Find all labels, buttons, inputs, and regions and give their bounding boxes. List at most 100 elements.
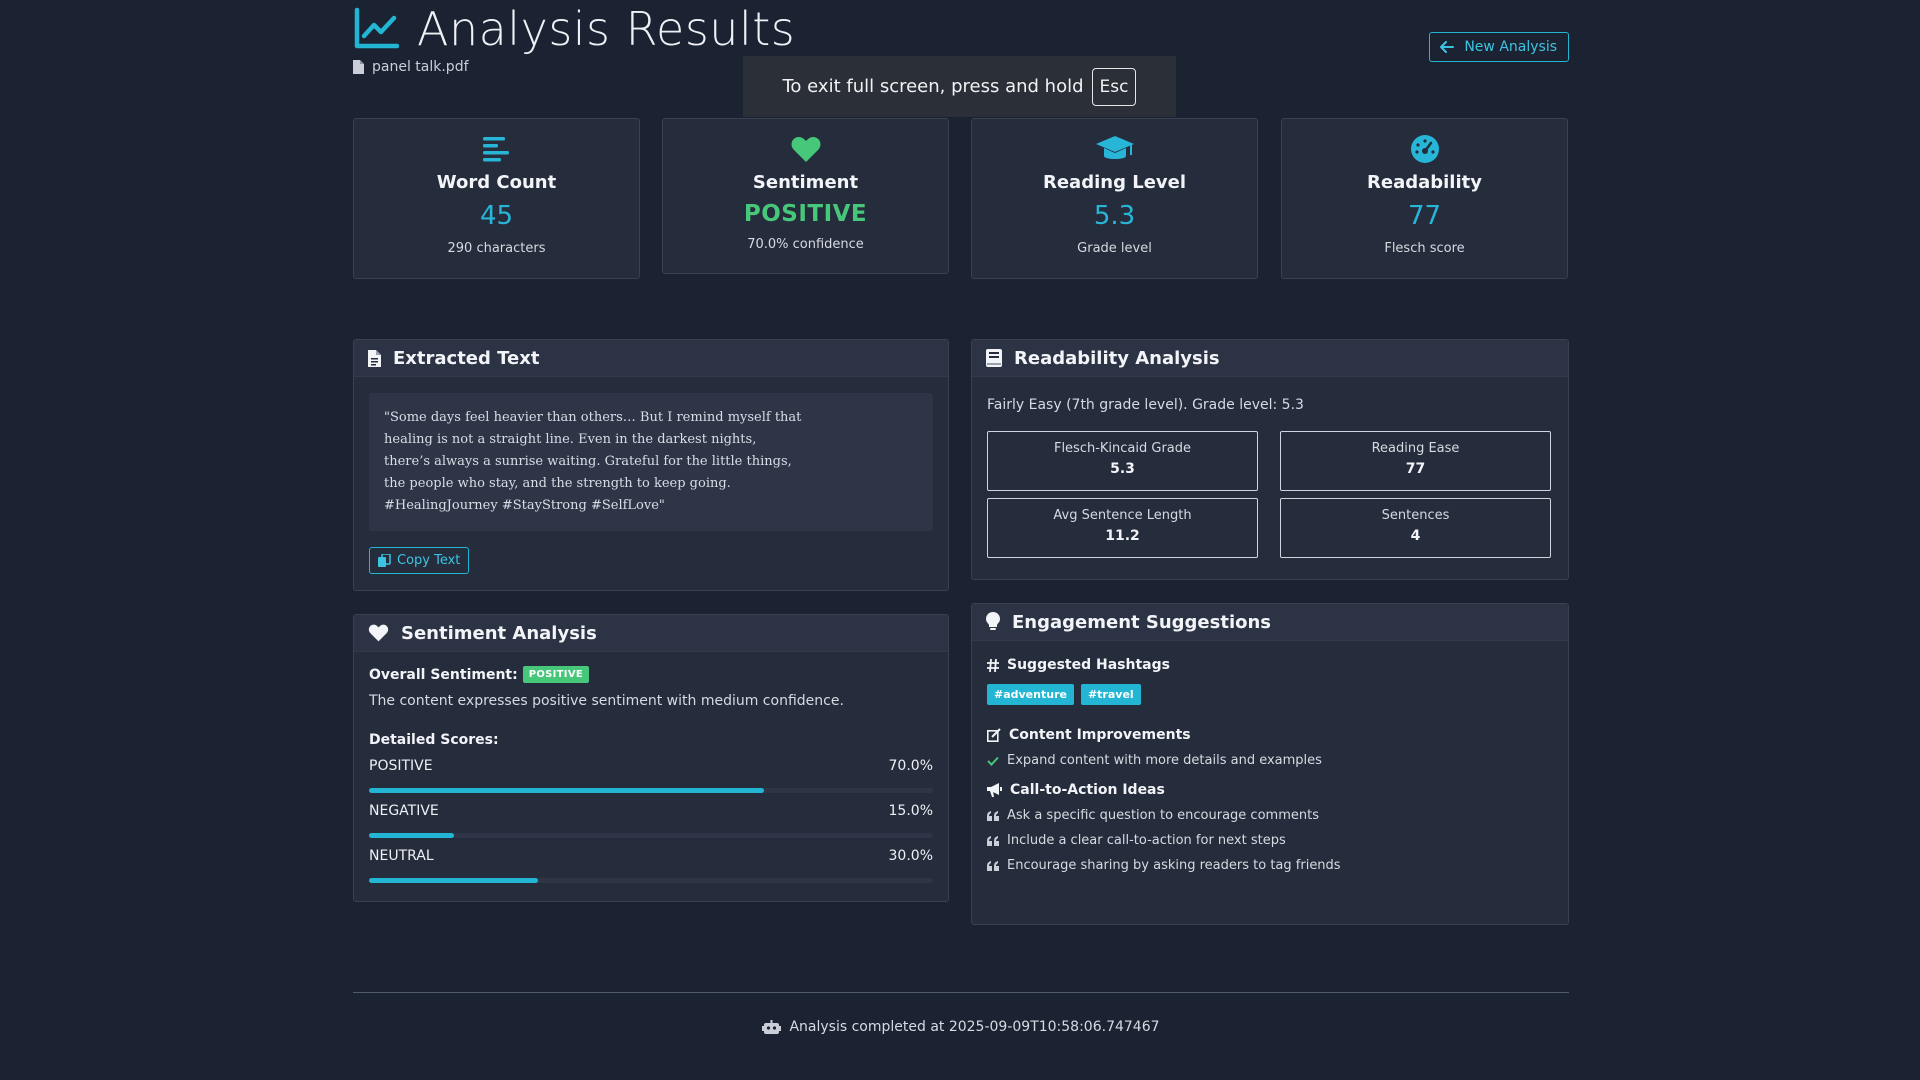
align-left-icon bbox=[482, 137, 509, 162]
cta-text: Include a clear call-to-action for next … bbox=[1007, 833, 1286, 848]
stat-sub: 70.0% confidence bbox=[747, 237, 864, 252]
stat-sub: Flesch score bbox=[1384, 241, 1465, 256]
stats-row: Word Count 45 290 characters Sentiment P… bbox=[353, 118, 1569, 280]
stat-value: 45 bbox=[479, 201, 514, 231]
panel-header: Sentiment Analysis bbox=[354, 615, 948, 652]
metric-box: Avg Sentence Length 11.2 bbox=[987, 498, 1258, 558]
text-line: #HealingJourney #StayStrong #SelfLove" bbox=[384, 498, 665, 513]
score-percent: 70.0% bbox=[888, 758, 933, 774]
panel-title: Sentiment Analysis bbox=[401, 622, 597, 644]
sentiment-body: Overall Sentiment: POSITIVE The content … bbox=[354, 652, 948, 883]
metric-box: Flesch-Kincaid Grade 5.3 bbox=[987, 431, 1258, 491]
stat-card-sentiment: Sentiment POSITIVE 70.0% confidence bbox=[662, 118, 949, 274]
extracted-text-panel: Extracted Text "Some days feel heavier t… bbox=[353, 339, 949, 591]
lightbulb-icon bbox=[986, 612, 1000, 630]
copy-text-button[interactable]: Copy Text bbox=[369, 547, 470, 574]
footer: Analysis completed at 2025-09-09T10:58:0… bbox=[353, 1019, 1569, 1035]
hashtag-tag[interactable]: #adventure bbox=[987, 684, 1074, 705]
stat-sub: Grade level bbox=[1077, 241, 1152, 256]
sentiment-badge: POSITIVE bbox=[522, 666, 589, 683]
copy-icon bbox=[378, 554, 391, 567]
new-analysis-button[interactable]: New Analysis bbox=[1429, 32, 1569, 62]
sentiment-panel: Sentiment Analysis Overall Sentiment: PO… bbox=[353, 614, 949, 902]
title-row: Analysis Results bbox=[353, 2, 795, 56]
file-icon bbox=[353, 60, 364, 74]
text-line: the people who stay, and the strength to… bbox=[384, 476, 731, 491]
stat-card-reading-level: Reading Level 5.3 Grade level bbox=[971, 118, 1258, 279]
cta-item: Include a clear call-to-action for next … bbox=[987, 833, 1553, 848]
check-icon bbox=[987, 756, 999, 766]
gauge-icon bbox=[1410, 135, 1439, 163]
footer-text: Analysis completed at 2025-09-09T10:58:0… bbox=[789, 1019, 1160, 1035]
robot-icon bbox=[762, 1019, 782, 1034]
arrow-left-icon bbox=[1440, 41, 1455, 53]
bullhorn-icon bbox=[987, 783, 1002, 797]
metric-value: 11.2 bbox=[1105, 528, 1140, 544]
extracted-text-box: "Some days feel heavier than others… But… bbox=[369, 393, 933, 531]
stat-value: 5.3 bbox=[1093, 201, 1136, 231]
panel-header: Extracted Text bbox=[354, 340, 948, 377]
score-list: POSITIVE 70.0% NEGATIVE 15.0% NEUTRAL 30.0% bbox=[369, 758, 933, 883]
readability-description: Fairly Easy (7th grade level). Grade lev… bbox=[987, 397, 1304, 413]
text-line: there’s always a sunrise waiting. Gratef… bbox=[384, 454, 792, 469]
file-info: panel talk.pdf bbox=[353, 59, 469, 75]
fullscreen-toast-text: To exit full screen, press and hold bbox=[782, 76, 1084, 97]
metric-label: Flesch-Kincaid Grade bbox=[1053, 441, 1192, 456]
metric-label: Reading Ease bbox=[1371, 441, 1460, 456]
metric-box: Sentences 4 bbox=[1280, 498, 1551, 558]
score-name: NEGATIVE bbox=[369, 803, 439, 819]
stat-label: Reading Level bbox=[1042, 172, 1187, 193]
stat-label: Sentiment bbox=[752, 172, 859, 193]
file-text-icon bbox=[368, 349, 381, 367]
hashtag-tag[interactable]: #travel bbox=[1080, 684, 1141, 705]
stat-card-word-count: Word Count 45 290 characters bbox=[353, 118, 640, 279]
fullscreen-exit-toast: To exit full screen, press and hold Esc bbox=[743, 56, 1176, 117]
stat-label: Word Count bbox=[436, 172, 557, 193]
hashtags-label: Suggested Hashtags bbox=[1007, 657, 1170, 673]
hashtags-heading: Suggested Hashtags bbox=[987, 657, 1553, 673]
stat-label: Readability bbox=[1367, 172, 1482, 193]
hashtag-icon bbox=[987, 658, 999, 672]
score-bar-track bbox=[369, 878, 933, 883]
score-row: NEUTRAL 30.0% bbox=[369, 848, 933, 883]
cta-heading: Call-to-Action Ideas bbox=[987, 782, 1553, 798]
score-name: NEUTRAL bbox=[369, 848, 434, 864]
stat-card-readability: Readability 77 Flesch score bbox=[1281, 118, 1568, 279]
cta-text: Encourage sharing by asking readers to t… bbox=[1007, 858, 1341, 873]
metric-value: 4 bbox=[1410, 528, 1421, 544]
cta-item: Ask a specific question to encourage com… bbox=[987, 808, 1553, 823]
heart-icon bbox=[791, 136, 820, 162]
copy-text-label: Copy Text bbox=[397, 553, 461, 568]
edit-icon bbox=[987, 728, 1001, 742]
score-name: POSITIVE bbox=[369, 758, 433, 774]
engagement-body: Suggested Hashtags #adventure #travel Co… bbox=[972, 641, 1568, 873]
text-line: healing is not a straight line. Even in … bbox=[384, 432, 757, 447]
metric-label: Sentences bbox=[1381, 508, 1450, 523]
heart-icon bbox=[368, 624, 389, 642]
score-bar-fill bbox=[369, 878, 539, 883]
hashtag-list: #adventure #travel bbox=[987, 684, 1553, 705]
improvement-text: Expand content with more details and exa… bbox=[1007, 753, 1322, 768]
cta-text: Ask a specific question to encourage com… bbox=[1007, 808, 1319, 823]
improvements-heading: Content Improvements bbox=[987, 727, 1553, 743]
cta-label: Call-to-Action Ideas bbox=[1010, 782, 1165, 798]
page-title: Analysis Results bbox=[417, 2, 796, 56]
footer-divider bbox=[353, 992, 1569, 993]
quote-icon bbox=[987, 860, 999, 871]
score-bar-fill bbox=[369, 788, 764, 793]
readability-panel: Readability Analysis Fairly Easy (7th gr… bbox=[971, 339, 1569, 580]
score-row: NEGATIVE 15.0% bbox=[369, 803, 933, 838]
metric-value: 5.3 bbox=[1110, 461, 1135, 477]
stat-value: POSITIVE bbox=[743, 201, 868, 227]
quote-icon bbox=[987, 810, 999, 821]
new-analysis-label: New Analysis bbox=[1464, 39, 1557, 55]
engagement-panel: Engagement Suggestions Suggested Hashtag… bbox=[971, 603, 1569, 925]
stat-value: 77 bbox=[1407, 201, 1442, 231]
score-bar-fill bbox=[369, 833, 454, 838]
improvements-label: Content Improvements bbox=[1009, 727, 1191, 743]
line-chart-icon bbox=[353, 6, 400, 52]
metric-value: 77 bbox=[1405, 461, 1426, 477]
panel-title: Engagement Suggestions bbox=[1012, 611, 1272, 633]
overall-sentiment: Overall Sentiment: POSITIVE bbox=[369, 666, 933, 683]
sentiment-description: The content expresses positive sentiment… bbox=[369, 693, 844, 709]
